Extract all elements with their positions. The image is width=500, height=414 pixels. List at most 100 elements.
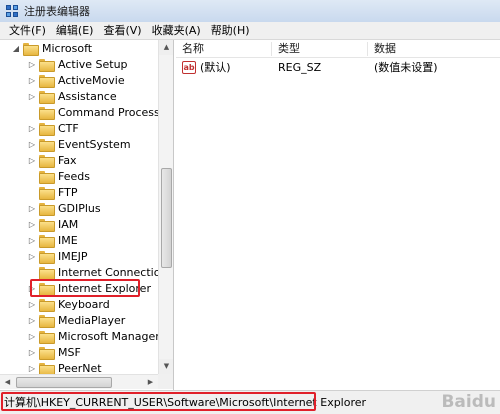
- column-header-name[interactable]: 名称: [176, 40, 204, 58]
- folder-icon: [39, 74, 55, 88]
- tree-item-label: Microsoft: [42, 41, 93, 55]
- collapse-arrow-icon[interactable]: ◢: [12, 44, 20, 53]
- tree-vertical-scroll-thumb[interactable]: [161, 168, 172, 268]
- folder-icon: [39, 330, 55, 344]
- folder-icon: [39, 202, 55, 216]
- expand-arrow-icon[interactable]: [28, 268, 36, 277]
- tree-item-internet-connection-w[interactable]: Internet Connection W: [28, 264, 174, 280]
- tree-vertical-scrollbar[interactable]: ▲ ▼: [158, 40, 173, 374]
- tree-item-label: Internet Connection W: [58, 265, 174, 279]
- menu-bar: 文件(F) 编辑(E) 查看(V) 收藏夹(A) 帮助(H): [0, 22, 500, 40]
- tree-item-label: IMEJP: [58, 249, 88, 263]
- tree-item-activemovie[interactable]: ▷ ActiveMovie: [28, 72, 125, 88]
- baidu-watermark: Baidu: [441, 392, 496, 412]
- tree-item-label: MediaPlayer: [58, 313, 126, 327]
- tree-item-label: Microsoft Managemer: [58, 329, 174, 343]
- expand-arrow-icon[interactable]: ▷: [28, 316, 36, 325]
- folder-icon: [39, 138, 55, 152]
- value-type: REG_SZ: [278, 61, 322, 74]
- tree-item-eventsystem[interactable]: ▷ EventSystem: [28, 136, 131, 152]
- menu-help[interactable]: 帮助(H): [206, 22, 255, 40]
- tree-item-ime[interactable]: ▷ IME: [28, 232, 78, 248]
- expand-arrow-icon[interactable]: ▷: [28, 348, 36, 357]
- registry-tree-pane[interactable]: ◢ Microsoft ▷ Active Setup ▷ ActiveMovie ▷ Assi…: [0, 40, 174, 390]
- folder-icon: [39, 346, 55, 360]
- tree-item-msf[interactable]: ▷ MSF: [28, 344, 81, 360]
- tree-item-iam[interactable]: ▷ IAM: [28, 216, 78, 232]
- expand-arrow-icon[interactable]: ▷: [28, 252, 36, 261]
- tree-item-label: IME: [58, 233, 78, 247]
- tree-item-label: Fax: [58, 153, 77, 167]
- tree-item-ctf[interactable]: ▷ CTF: [28, 120, 79, 136]
- tree-item-imejp[interactable]: ▷ IMEJP: [28, 248, 88, 264]
- folder-open-icon: [23, 42, 39, 56]
- tree-item-feeds[interactable]: Feeds: [28, 168, 90, 184]
- menu-favorites[interactable]: 收藏夹(A): [147, 22, 206, 40]
- tree-item-keyboard[interactable]: ▷ Keyboard: [28, 296, 110, 312]
- scroll-right-arrow-icon[interactable]: ▶: [143, 375, 158, 390]
- expand-arrow-icon[interactable]: ▷: [28, 236, 36, 245]
- tree-horizontal-scroll-thumb[interactable]: [16, 377, 112, 388]
- tree-item-label: Active Setup: [58, 57, 128, 71]
- folder-icon: [39, 266, 55, 280]
- scroll-left-arrow-icon[interactable]: ◀: [0, 375, 15, 390]
- tree-item-label: ActiveMovie: [58, 73, 125, 87]
- tree-item-label: MSF: [58, 345, 81, 359]
- tree-item-active-setup[interactable]: ▷ Active Setup: [28, 56, 128, 72]
- expand-arrow-icon[interactable]: ▷: [28, 332, 36, 341]
- tree-item-ftp[interactable]: FTP: [28, 184, 78, 200]
- expand-arrow-icon[interactable]: [28, 108, 36, 117]
- tree-item-label: Command Processor: [58, 105, 172, 119]
- folder-icon: [39, 170, 55, 184]
- expand-arrow-icon[interactable]: ▷: [28, 140, 36, 149]
- tree-item-command-processor[interactable]: Command Processor: [28, 104, 171, 120]
- expand-arrow-icon[interactable]: ▷: [28, 220, 36, 229]
- expand-arrow-icon[interactable]: ▷: [28, 76, 36, 85]
- string-value-icon: ab: [182, 61, 196, 74]
- scroll-down-arrow-icon[interactable]: ▼: [159, 359, 173, 374]
- menu-view[interactable]: 查看(V): [98, 22, 146, 40]
- status-path-highlight: [1, 392, 316, 411]
- tree-item-assistance[interactable]: ▷ Assistance: [28, 88, 117, 104]
- value-row-default[interactable]: ab (默认) REG_SZ (数值未设置): [176, 60, 500, 76]
- tree-item-microsoft[interactable]: ◢ Microsoft: [12, 40, 92, 56]
- expand-arrow-icon[interactable]: ▷: [28, 92, 36, 101]
- expand-arrow-icon[interactable]: ▷: [28, 60, 36, 69]
- tree-item-gdiplus[interactable]: ▷ GDIPlus: [28, 200, 101, 216]
- window-title: 注册表编辑器: [24, 5, 90, 18]
- registry-values-pane[interactable]: 名称 类型 数据 ab (默认) REG_SZ (数值未设置): [176, 40, 500, 390]
- expand-arrow-icon[interactable]: ▷: [28, 364, 36, 373]
- folder-icon: [39, 298, 55, 312]
- tree-item-label: IAM: [58, 217, 79, 231]
- value-data: (数值未设置): [374, 61, 438, 74]
- tree-item-fax[interactable]: ▷ Fax: [28, 152, 77, 168]
- expand-arrow-icon[interactable]: ▷: [28, 156, 36, 165]
- tree-item-label: CTF: [58, 121, 79, 135]
- expand-arrow-icon[interactable]: ▷: [28, 124, 36, 133]
- folder-icon: [39, 250, 55, 264]
- menu-edit[interactable]: 编辑(E): [51, 22, 99, 40]
- tree-item-microsoft-managemer[interactable]: ▷ Microsoft Managemer: [28, 328, 174, 344]
- tree-item-label: Keyboard: [58, 297, 110, 311]
- tree-item-label: FTP: [58, 185, 78, 199]
- expand-arrow-icon[interactable]: [28, 172, 36, 181]
- tree-horizontal-scrollbar[interactable]: ◀ ▶: [0, 374, 158, 389]
- folder-icon: [39, 58, 55, 72]
- value-name: (默认): [200, 61, 231, 74]
- tree-item-label: EventSystem: [58, 137, 131, 151]
- expand-arrow-icon[interactable]: ▷: [28, 300, 36, 309]
- expand-arrow-icon[interactable]: [28, 188, 36, 197]
- folder-icon: [39, 362, 55, 376]
- regedit-app-icon: [6, 4, 19, 18]
- tree-item-label: PeerNet: [58, 361, 102, 375]
- column-header-data[interactable]: 数据: [368, 40, 396, 58]
- status-bar: 计算机\HKEY_CURRENT_USER\Software\Microsoft…: [0, 390, 500, 414]
- tree-item-label: Assistance: [58, 89, 117, 103]
- tree-item-mediaplayer[interactable]: ▷ MediaPlayer: [28, 312, 125, 328]
- scroll-up-arrow-icon[interactable]: ▲: [159, 40, 173, 55]
- title-bar: 注册表编辑器: [0, 0, 500, 22]
- tree-item-label: Feeds: [58, 169, 90, 183]
- expand-arrow-icon[interactable]: ▷: [28, 204, 36, 213]
- menu-file[interactable]: 文件(F): [4, 22, 51, 40]
- column-header-type[interactable]: 类型: [272, 40, 300, 58]
